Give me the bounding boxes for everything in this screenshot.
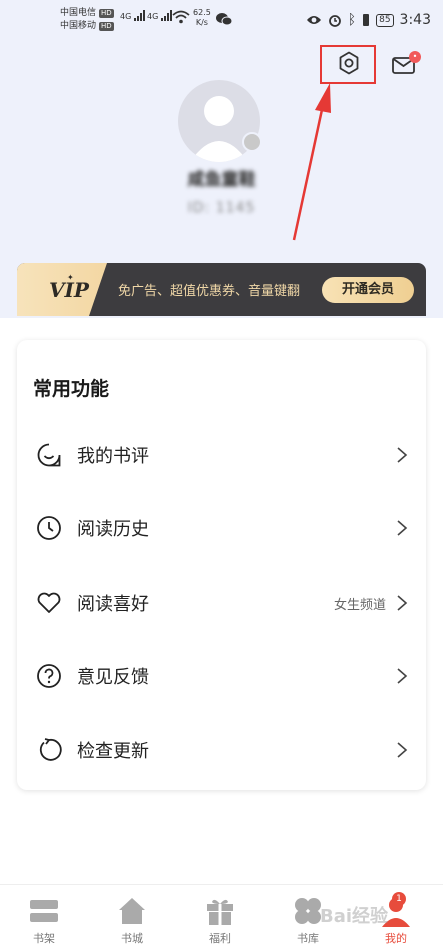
signal-label: 4G — [120, 12, 132, 21]
refresh-icon — [39, 738, 62, 761]
carrier-2: 中国移动 — [60, 21, 97, 31]
mail-badge: • — [409, 51, 421, 63]
vip-banner[interactable]: VIP ✦ 免广告、超值优惠券、音量键翻 开通会员 — [17, 263, 426, 316]
signal-label: 4G — [147, 12, 159, 21]
wechat-icon — [216, 13, 232, 26]
tab-bookstore[interactable]: 书城 — [88, 885, 176, 945]
tab-label: 书库 — [297, 932, 319, 945]
tab-label: 我的 — [385, 932, 407, 945]
menu-label: 我的书评 — [77, 446, 149, 467]
username: 咸鱼童鞋 — [187, 170, 256, 190]
eye-icon — [306, 16, 321, 24]
menu-item-feedback[interactable]: 意见反馈 — [17, 651, 426, 701]
vip-promo-text: 免广告、超值优惠券、音量键翻 — [118, 284, 301, 299]
status-right: ᛒ 85 3:43 — [306, 12, 431, 28]
menu-item-my-reviews[interactable]: 我的书评 — [17, 430, 426, 480]
tab-label: 书城 — [121, 932, 143, 945]
tab-label: 书架 — [33, 932, 55, 945]
bookshelf-icon — [30, 900, 58, 922]
net-speed-value: 62.5 — [193, 8, 211, 17]
menu-label: 意见反馈 — [77, 667, 149, 688]
question-icon — [37, 664, 61, 688]
status-bar: 中国电信 HD 中国移动 HD 4G 4G 62.5 K/s ᛒ 85 3:43 — [0, 0, 443, 40]
watermark: Bai经验 — [320, 906, 389, 927]
vibrate-icon — [363, 14, 370, 26]
menu-label: 阅读喜好 — [77, 594, 149, 615]
hd-badge: HD — [99, 9, 114, 18]
settings-highlight-box — [320, 45, 376, 84]
menu-item-reading-preference[interactable]: 阅读喜好 女生频道 — [17, 578, 426, 628]
carrier-1: 中国电信 — [60, 8, 97, 18]
net-speed-unit: K/s — [195, 18, 208, 27]
chevron-right-icon — [397, 520, 408, 536]
heart-icon — [37, 592, 61, 613]
vip-crown-icon: ✦ — [67, 273, 74, 282]
menu-item-check-update[interactable]: 检查更新 — [17, 725, 426, 775]
carrier-info: 中国电信 HD 中国移动 HD — [60, 7, 114, 33]
wifi-icon — [172, 10, 190, 24]
signal-icon: 4G — [120, 10, 145, 21]
tab-label: 福利 — [209, 932, 231, 945]
menu-label: 检查更新 — [77, 741, 149, 762]
menu-value: 女生频道 — [333, 598, 386, 613]
home-icon — [119, 898, 145, 924]
hd-badge: HD — [99, 22, 114, 31]
menu-item-reading-history[interactable]: 阅读历史 — [17, 503, 426, 553]
comment-icon — [37, 443, 61, 467]
chevron-right-icon — [397, 742, 408, 758]
tab-bookshelf[interactable]: 书架 — [0, 885, 88, 945]
card-title: 常用功能 — [33, 378, 110, 400]
tab-badge: 1 — [392, 892, 406, 906]
gift-icon — [207, 899, 233, 925]
alarm-icon — [328, 15, 341, 27]
net-speed: 62.5 K/s — [193, 8, 211, 28]
chevron-right-icon — [397, 668, 408, 684]
common-functions-card: 常用功能 我的书评 阅读历史 阅读喜好 女生频道 意见反馈 检查更新 — [17, 340, 426, 790]
chevron-right-icon — [397, 447, 408, 463]
clock-icon — [37, 516, 61, 540]
open-vip-button[interactable]: 开通会员 — [322, 277, 414, 303]
tab-welfare[interactable]: 福利 — [176, 885, 264, 945]
user-id: ID: 1145 — [187, 200, 256, 216]
menu-label: 阅读历史 — [77, 519, 149, 540]
battery-icon: 85 — [376, 13, 394, 27]
signal-icon: 4G — [147, 10, 172, 21]
bluetooth-icon: ᛒ — [347, 12, 357, 28]
chevron-right-icon — [397, 595, 408, 611]
clock: 3:43 — [399, 12, 431, 28]
avatar-badge-icon — [242, 132, 262, 152]
